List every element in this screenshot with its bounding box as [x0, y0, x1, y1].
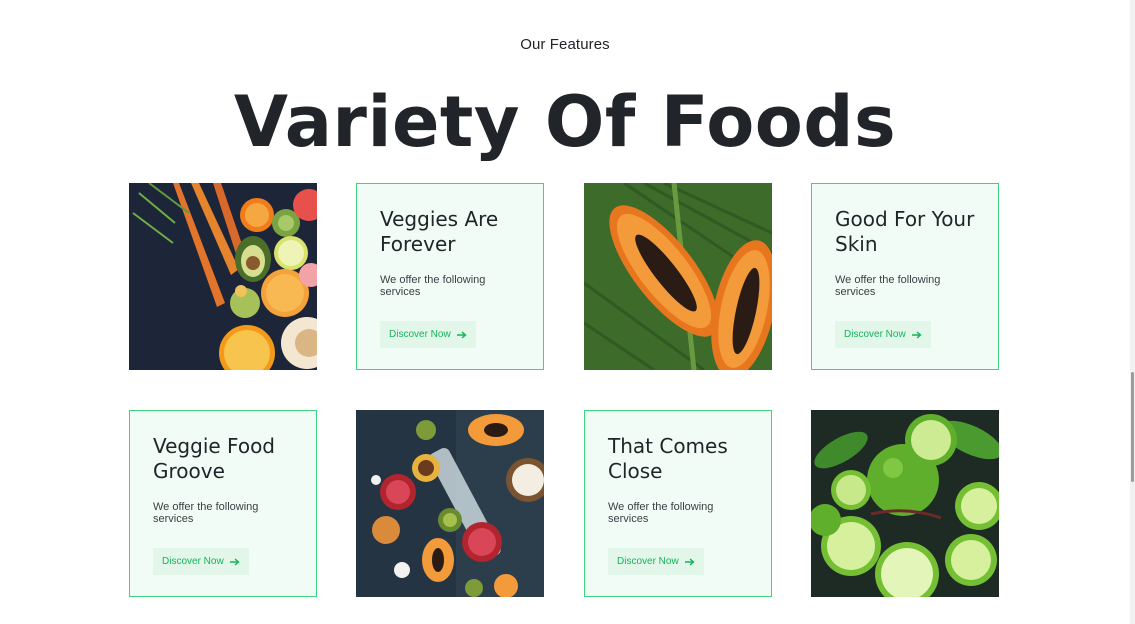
section-title: Variety Of Foods: [233, 81, 897, 163]
button-label: Discover Now: [389, 329, 451, 340]
limes-photo: [811, 410, 999, 597]
card-title: That Comes Close: [608, 434, 728, 483]
arrow-right-icon: [684, 557, 695, 566]
tropical-fruits-photo: [356, 410, 544, 597]
card-description: We offer the following services: [835, 274, 941, 298]
card-description: We offer the following services: [608, 501, 714, 525]
button-label: Discover Now: [844, 329, 906, 340]
card-title: Good For Your Skin: [835, 207, 975, 256]
button-label: Discover Now: [617, 556, 679, 567]
card-title: Veggies Are Forever: [380, 207, 499, 256]
arrow-right-icon: [456, 330, 467, 339]
scrollbar-track[interactable]: [1130, 0, 1135, 624]
feature-card: Veggies Are Forever We offer the followi…: [356, 183, 544, 370]
card-title: Veggie Food Groove: [153, 434, 276, 483]
card-description: We offer the following services: [380, 274, 486, 298]
discover-now-button[interactable]: Discover Now: [835, 321, 931, 348]
fruit-carrots-photo: [129, 183, 317, 370]
feature-card: Good For Your Skin We offer the followin…: [811, 183, 999, 370]
papaya-photo: [584, 183, 772, 370]
discover-now-button[interactable]: Discover Now: [608, 548, 704, 575]
feature-card: Veggie Food Groove We offer the followin…: [129, 410, 317, 597]
scrollbar-thumb[interactable]: [1131, 372, 1134, 482]
feature-card: That Comes Close We offer the following …: [584, 410, 772, 597]
button-label: Discover Now: [162, 556, 224, 567]
section-eyebrow: Our Features: [520, 36, 610, 53]
card-description: We offer the following services: [153, 501, 259, 525]
arrow-right-icon: [229, 557, 240, 566]
discover-now-button[interactable]: Discover Now: [380, 321, 476, 348]
discover-now-button[interactable]: Discover Now: [153, 548, 249, 575]
arrow-right-icon: [911, 330, 922, 339]
